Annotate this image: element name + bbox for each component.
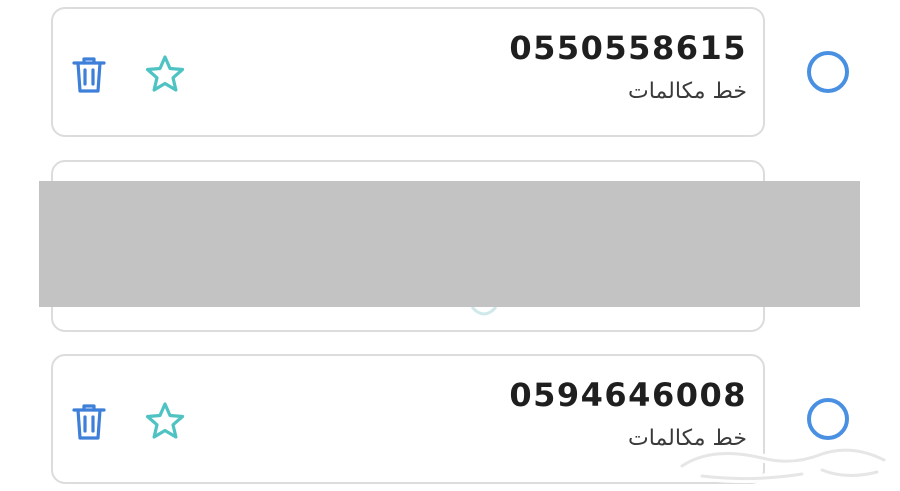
- line-card[interactable]: 0550558615 خط مكالمات: [51, 7, 765, 137]
- select-radio[interactable]: [807, 51, 849, 93]
- redaction-overlay: [39, 181, 860, 307]
- phone-number: 0594646008: [509, 376, 747, 414]
- line-type-label: خط مكالمات: [628, 79, 747, 104]
- star-outline-icon: [470, 307, 498, 316]
- haraj-watermark-logo: [677, 445, 889, 484]
- star-outline-icon[interactable]: [145, 401, 185, 441]
- trash-icon[interactable]: [71, 402, 107, 442]
- trash-icon[interactable]: [71, 55, 107, 95]
- phone-number: 0550558615: [509, 29, 747, 67]
- phone-lines-screen: 0550558615 خط مكالمات 0594646008 خط مكال…: [0, 0, 900, 491]
- select-radio[interactable]: [807, 398, 849, 440]
- line-card[interactable]: 0594646008 خط مكالمات: [51, 354, 765, 484]
- star-outline-icon[interactable]: [145, 54, 185, 94]
